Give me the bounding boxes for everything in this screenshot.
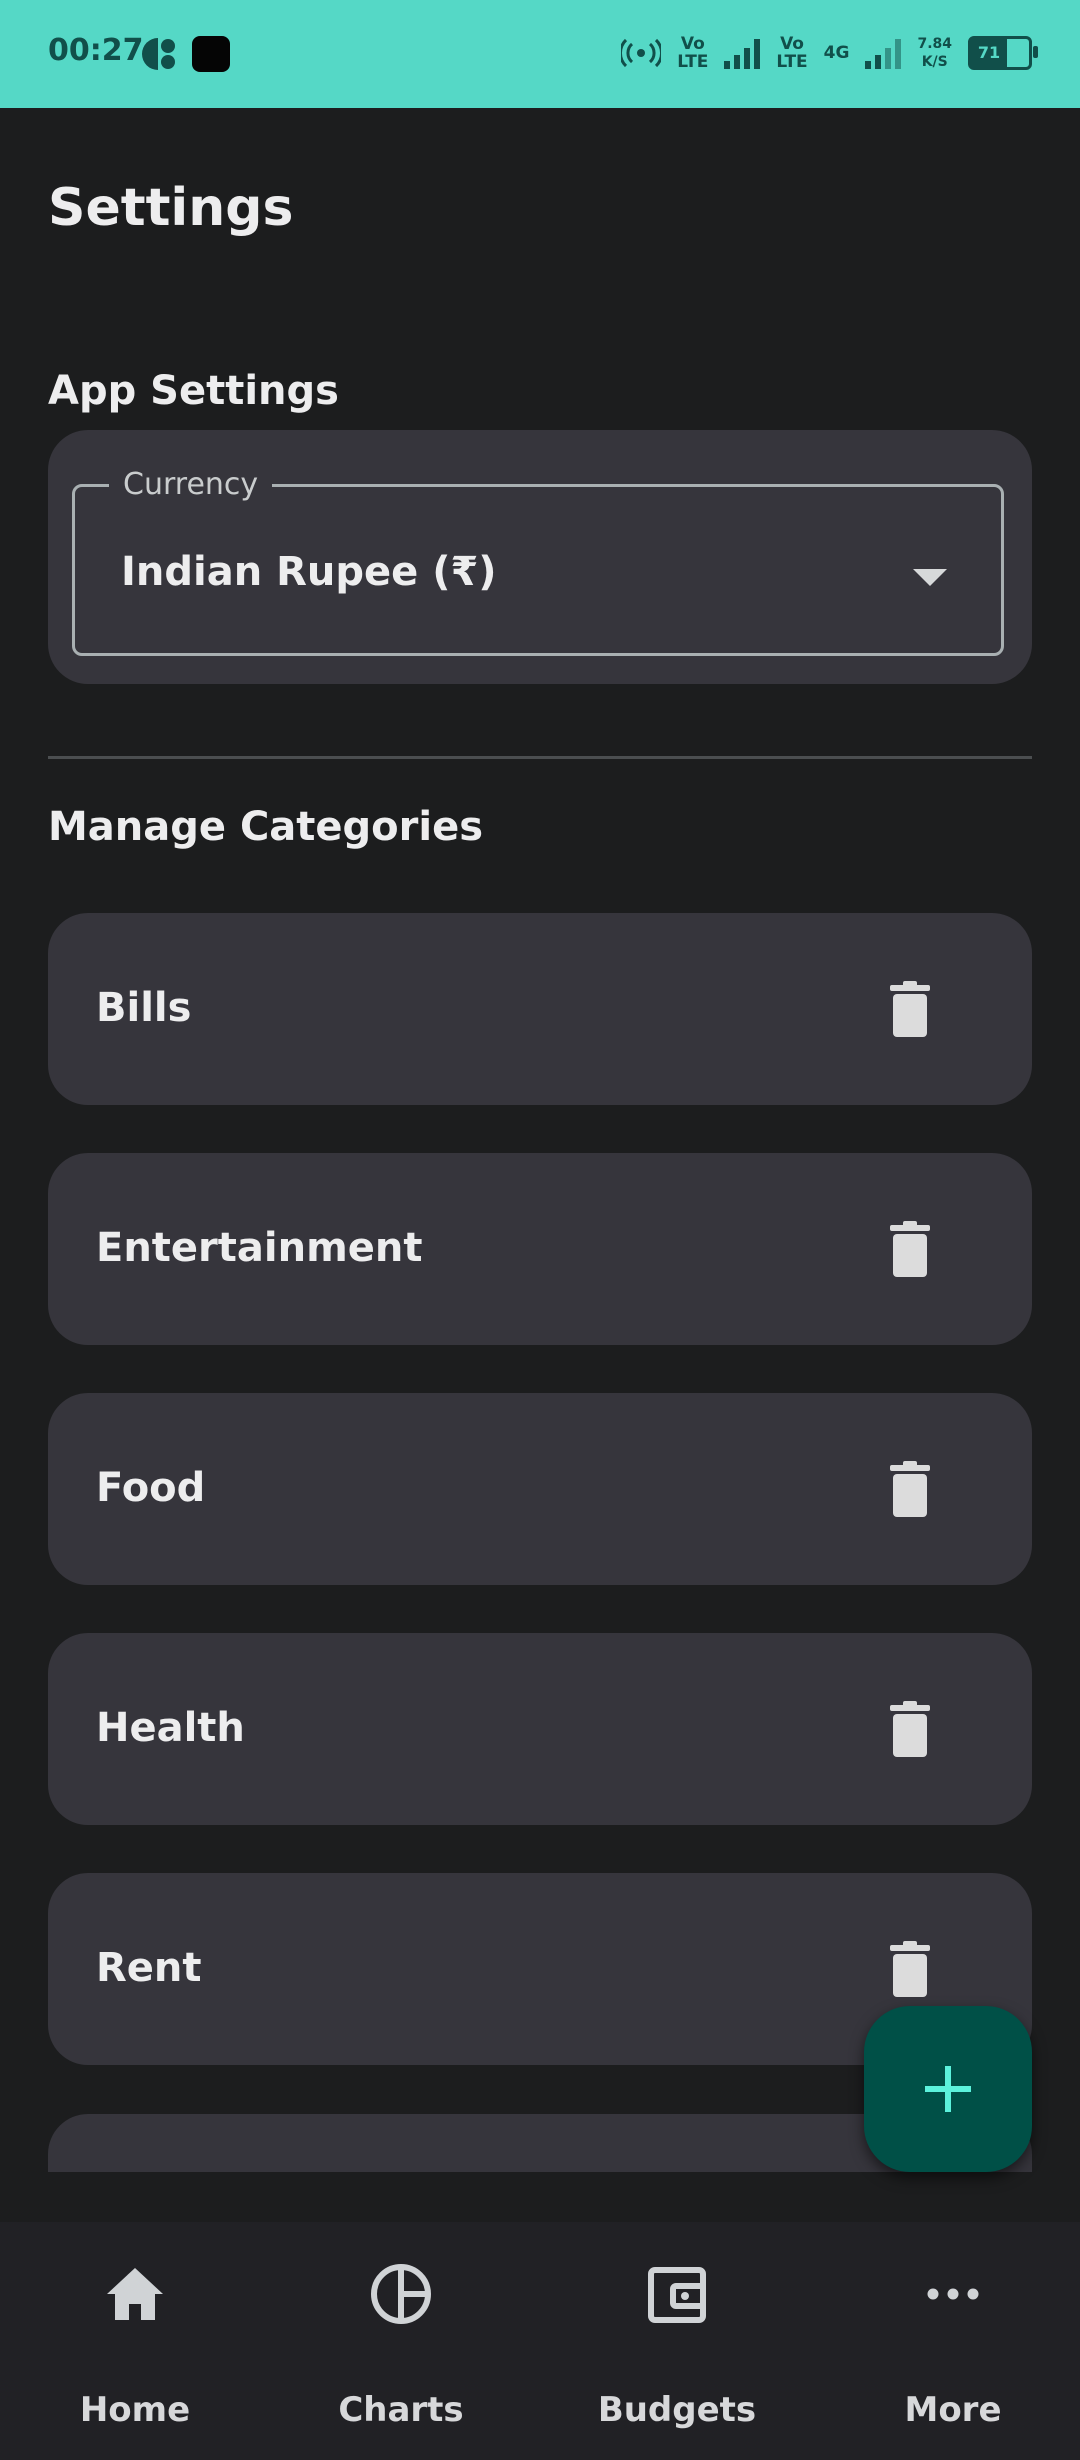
category-item: Entertainment: [48, 1153, 1032, 1345]
volte-label-1: Vo LTE: [677, 34, 709, 72]
battery-level: 71: [971, 39, 1007, 67]
delete-icon[interactable]: [890, 1461, 930, 1517]
currency-label: Currency: [109, 467, 273, 502]
category-name: Entertainment: [96, 1225, 423, 1271]
status-bar: 00:27 Vo LTE Vo LTE 4G 7.84 K/S 71: [0, 0, 1080, 108]
network-speed: 7.84 K/S: [917, 36, 952, 70]
delete-icon[interactable]: [890, 981, 930, 1037]
app-settings-card: Currency Indian Rupee (₹): [48, 430, 1032, 684]
nav-item-charts[interactable]: Charts: [266, 2222, 536, 2460]
category-item: Food: [48, 1393, 1032, 1585]
notification-square-icon: [192, 36, 230, 72]
plus-icon: [925, 2066, 971, 2112]
app-settings-heading: App Settings: [48, 368, 339, 414]
volte-label-2: Vo LTE: [776, 34, 808, 72]
category-name: Health: [96, 1705, 245, 1751]
signal-icon-1: [724, 37, 761, 69]
bottom-navigation: Home Charts Budgets More: [0, 2222, 1080, 2460]
delete-icon[interactable]: [890, 1941, 930, 1997]
category-item: Health: [48, 1633, 1032, 1825]
chart-icon: [371, 2264, 431, 2324]
notification-app-icon: [142, 38, 175, 70]
category-name: Rent: [96, 1945, 202, 1991]
category-name: Food: [96, 1465, 206, 1511]
nav-item-home[interactable]: Home: [0, 2222, 270, 2460]
page-title: Settings: [48, 178, 294, 238]
section-divider: [48, 756, 1032, 759]
currency-dropdown[interactable]: Currency Indian Rupee (₹): [72, 467, 1004, 656]
hotspot-icon: [621, 38, 662, 68]
battery-icon: 71: [968, 36, 1038, 70]
chevron-down-icon: [913, 569, 947, 586]
status-indicators: Vo LTE Vo LTE 4G 7.84 K/S 71: [621, 28, 1038, 78]
nav-label: Home: [79, 2390, 191, 2430]
network-label: 4G: [823, 43, 850, 63]
category-name: Bills: [96, 985, 192, 1031]
delete-icon[interactable]: [890, 1221, 930, 1277]
category-item: Bills: [48, 913, 1032, 1105]
delete-icon[interactable]: [890, 1701, 930, 1757]
nav-item-more[interactable]: More: [818, 2222, 1080, 2460]
signal-icon-2: [865, 37, 902, 69]
home-icon: [107, 2268, 163, 2320]
nav-label: Charts: [338, 2390, 464, 2430]
nav-item-budgets[interactable]: Budgets: [542, 2222, 812, 2460]
add-category-button[interactable]: [864, 2006, 1032, 2172]
wallet-icon: [648, 2267, 706, 2323]
currency-value: Indian Rupee (₹): [121, 549, 497, 595]
nav-label: Budgets: [597, 2390, 757, 2430]
status-time: 00:27: [48, 33, 144, 68]
more-icon: [927, 2288, 979, 2300]
manage-categories-heading: Manage Categories: [48, 804, 484, 850]
nav-label: More: [904, 2390, 1002, 2430]
